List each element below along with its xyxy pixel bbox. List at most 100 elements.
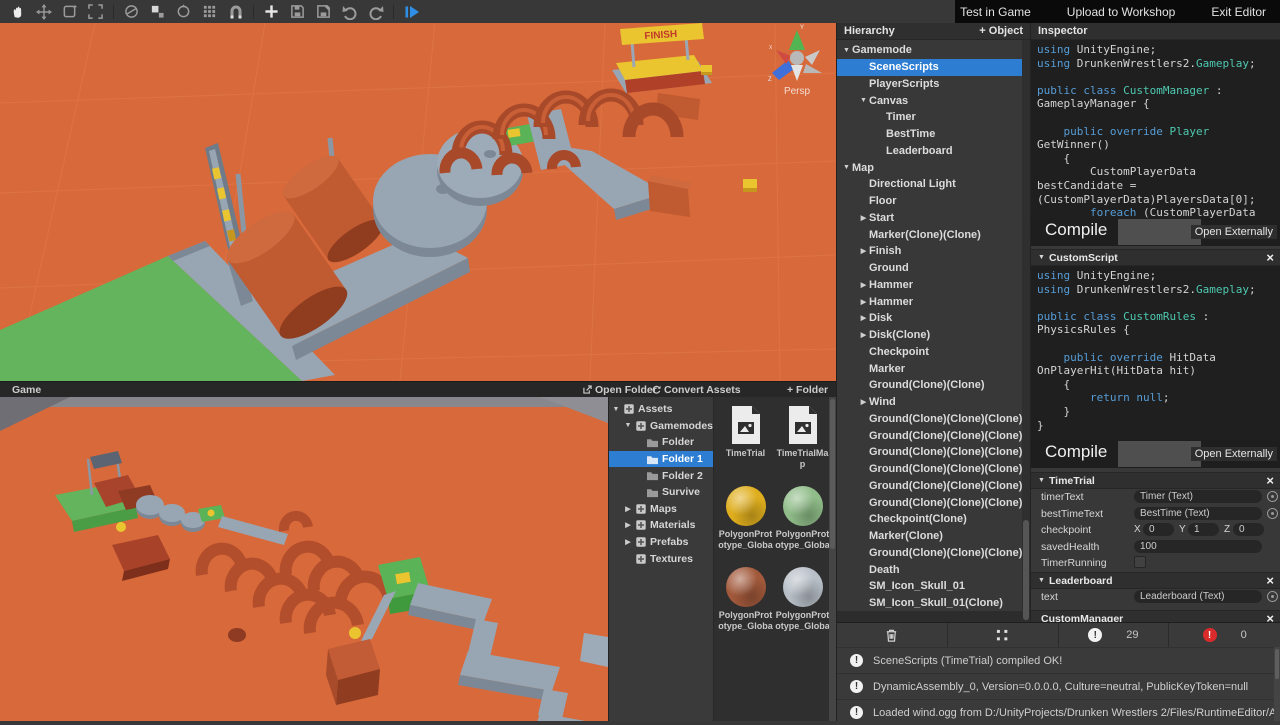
hierarchy-item[interactable]: Ground(Clone)(Clone)	[837, 377, 1030, 394]
hierarchy-item[interactable]: BestTime	[837, 126, 1030, 143]
foldout-closed-icon[interactable]: ▶	[858, 281, 869, 289]
hierarchy-item[interactable]: ▶Wind	[837, 394, 1030, 411]
blank-button[interactable]	[1118, 219, 1201, 245]
info-filter-button[interactable]: ! 29	[1059, 623, 1170, 647]
undo-icon[interactable]	[341, 3, 358, 20]
hierarchy-item[interactable]: SM_Icon_Skull_01(Clone)	[837, 595, 1030, 612]
add-object-button[interactable]: + Object	[979, 25, 1023, 37]
asset-item[interactable]: PolygonPrototype_Global	[717, 485, 774, 566]
assets-scrollbar[interactable]	[829, 397, 836, 721]
object-picker-icon[interactable]	[1267, 508, 1278, 519]
hierarchy-item[interactable]: ▼Map	[837, 159, 1030, 176]
timetrial-header[interactable]: ▼ TimeTrial ×	[1031, 472, 1280, 489]
hierarchy-item[interactable]: SM_Icon_Skull_01	[837, 578, 1030, 595]
foldout-closed-icon[interactable]: ▶	[623, 538, 633, 546]
rotate-tool-icon[interactable]	[61, 3, 78, 20]
hierarchy-item[interactable]: Ground(Clone)(Clone)(Clone)(Clone)	[837, 478, 1030, 495]
clear-console-button[interactable]	[837, 623, 948, 647]
save-as-icon[interactable]	[315, 3, 332, 20]
hierarchy-item[interactable]: PlayerScripts	[837, 76, 1030, 93]
object-field[interactable]: Timer (Text)	[1134, 490, 1262, 503]
foldout-open-icon[interactable]: ▼	[623, 422, 633, 429]
object-picker-icon[interactable]	[1267, 591, 1278, 602]
magnet-snap-icon[interactable]	[227, 3, 244, 20]
hierarchy-item[interactable]: Marker	[837, 360, 1030, 377]
console-scrollbar[interactable]	[1274, 647, 1280, 721]
assets-tree-item[interactable]: Folder 2	[609, 467, 713, 484]
hierarchy-item[interactable]: ▶Start	[837, 210, 1030, 227]
play-button-icon[interactable]	[403, 3, 420, 20]
foldout-closed-icon[interactable]: ▶	[858, 298, 869, 306]
custommanager-header[interactable]: CustomManager ×	[1031, 610, 1280, 622]
asset-item[interactable]: TimeTrial	[717, 404, 774, 485]
assets-tree-item[interactable]: Textures	[609, 550, 713, 567]
gizmo-persp-label[interactable]: Persp	[784, 86, 811, 97]
hierarchy-item[interactable]: Marker(Clone)	[837, 528, 1030, 545]
scale-tool-icon[interactable]	[87, 3, 104, 20]
save-icon[interactable]	[289, 3, 306, 20]
foldout-closed-icon[interactable]: ▶	[858, 247, 869, 255]
hierarchy-item[interactable]: Ground(Clone)(Clone)(Clone)	[837, 444, 1030, 461]
foldout-closed-icon[interactable]: ▶	[858, 331, 869, 339]
compile-button[interactable]: Compile	[1045, 220, 1107, 240]
hierarchy-item[interactable]: SceneScripts	[837, 59, 1030, 76]
hierarchy-item[interactable]: Leaderboard	[837, 143, 1030, 160]
add-folder-button[interactable]: + Folder	[787, 384, 828, 396]
hierarchy-item[interactable]: Marker(Clone)(Clone)	[837, 226, 1030, 243]
blank-button[interactable]	[1118, 441, 1201, 467]
snap-toggle-icon[interactable]	[149, 3, 166, 20]
hierarchy-item[interactable]: Directional Light	[837, 176, 1030, 193]
foldout-closed-icon[interactable]: ▶	[623, 505, 633, 513]
hierarchy-item[interactable]: Timer	[837, 109, 1030, 126]
assets-tree-item[interactable]: Survive	[609, 484, 713, 501]
convert-assets-button[interactable]: Convert Assets	[652, 384, 741, 397]
hierarchy-item[interactable]: Ground(Clone)(Clone)(Clone)(Clone)	[837, 545, 1030, 562]
code-editor-rules[interactable]: using UnityEngine;using DrunkenWrestlers…	[1031, 266, 1280, 440]
exit-editor-button[interactable]: Exit Editor	[1211, 5, 1266, 19]
timer-running-checkbox[interactable]	[1134, 556, 1146, 568]
hierarchy-item[interactable]: Floor	[837, 193, 1030, 210]
grid-toggle-icon[interactable]	[201, 3, 218, 20]
assets-tree-item[interactable]: ▶Maps	[609, 501, 713, 518]
collapse-button[interactable]	[948, 623, 1059, 647]
hierarchy-item[interactable]: Ground(Clone)(Clone)(Clone)(Clone)(C	[837, 461, 1030, 478]
hierarchy-item[interactable]: Death	[837, 561, 1030, 578]
object-field[interactable]: Leaderboard (Text)	[1134, 590, 1262, 603]
upload-to-workshop-button[interactable]: Upload to Workshop	[1067, 5, 1176, 19]
close-icon[interactable]: ×	[1266, 253, 1274, 263]
open-externally-button[interactable]: Open Externally	[1191, 447, 1277, 461]
game-view[interactable]	[0, 397, 608, 721]
y-value-field[interactable]: 1	[1188, 523, 1219, 536]
foldout-closed-icon[interactable]: ▶	[858, 314, 869, 322]
hierarchy-item[interactable]: Ground	[837, 260, 1030, 277]
z-value-field[interactable]: 0	[1233, 523, 1264, 536]
hierarchy-item[interactable]: ▶Finish	[837, 243, 1030, 260]
foldout-open-icon[interactable]: ▼	[858, 97, 869, 104]
hierarchy-item[interactable]: ▶Disk(Clone)	[837, 327, 1030, 344]
console-log-row[interactable]: !Loaded wind.ogg from D:/UnityProjects/D…	[837, 699, 1280, 725]
hierarchy-item[interactable]: Ground(Clone)(Clone)(Clone)	[837, 411, 1030, 428]
leaderboard-header[interactable]: ▼ Leaderboard ×	[1031, 572, 1280, 589]
foldout-open-icon[interactable]: ▼	[841, 47, 852, 54]
hierarchy-item[interactable]: ▶Hammer	[837, 277, 1030, 294]
customscript-header[interactable]: ▼ CustomScript ×	[1031, 249, 1280, 266]
console-log-row[interactable]: !SceneScripts (TimeTrial) compiled OK!	[837, 647, 1280, 673]
pivot-globe-icon[interactable]	[123, 3, 140, 20]
foldout-open-icon[interactable]: ▼	[841, 164, 852, 171]
redo-icon[interactable]	[367, 3, 384, 20]
error-filter-button[interactable]: ! 0	[1169, 623, 1280, 647]
foldout-closed-icon[interactable]: ▶	[858, 398, 869, 406]
assets-tree-item[interactable]: ▼Gamemodes	[609, 418, 713, 435]
foldout-open-icon[interactable]: ▼	[1038, 577, 1045, 584]
compile-button[interactable]: Compile	[1045, 442, 1107, 462]
move-tool-icon[interactable]	[35, 3, 52, 20]
open-folder-button[interactable]: Open Folder	[583, 384, 657, 397]
hierarchy-scrollbar[interactable]	[1022, 40, 1030, 622]
asset-item[interactable]: PolygonPrototype_Global	[774, 566, 831, 647]
test-in-game-button[interactable]: Test in Game	[960, 5, 1031, 19]
console-log-row[interactable]: !DynamicAssembly_0, Version=0.0.0.0, Cul…	[837, 673, 1280, 699]
hierarchy-item[interactable]: ▶Disk	[837, 310, 1030, 327]
hierarchy-item[interactable]: ▶Hammer	[837, 293, 1030, 310]
assets-tree-item[interactable]: ▼Assets	[609, 401, 713, 418]
game-tab[interactable]: Game	[12, 384, 41, 396]
